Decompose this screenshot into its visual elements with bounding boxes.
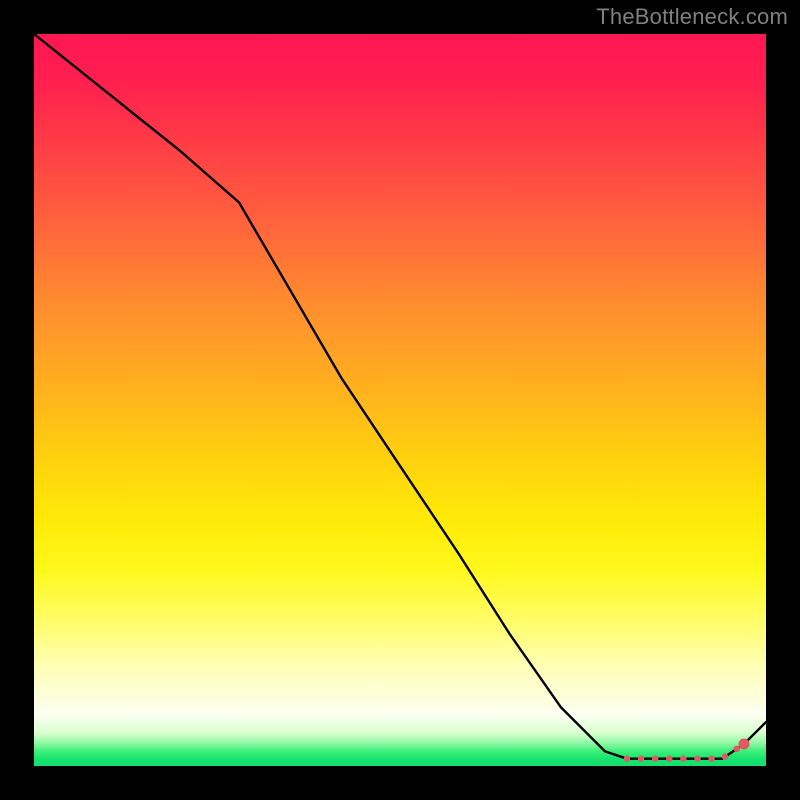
optimal-end-dot — [739, 739, 750, 750]
optimal-range-dots — [627, 744, 744, 759]
bottleneck-curve — [34, 34, 766, 759]
plot-area — [34, 34, 766, 766]
chart-svg — [34, 34, 766, 766]
chart-frame: TheBottleneck.com — [0, 0, 800, 800]
watermark-text: TheBottleneck.com — [596, 4, 788, 30]
